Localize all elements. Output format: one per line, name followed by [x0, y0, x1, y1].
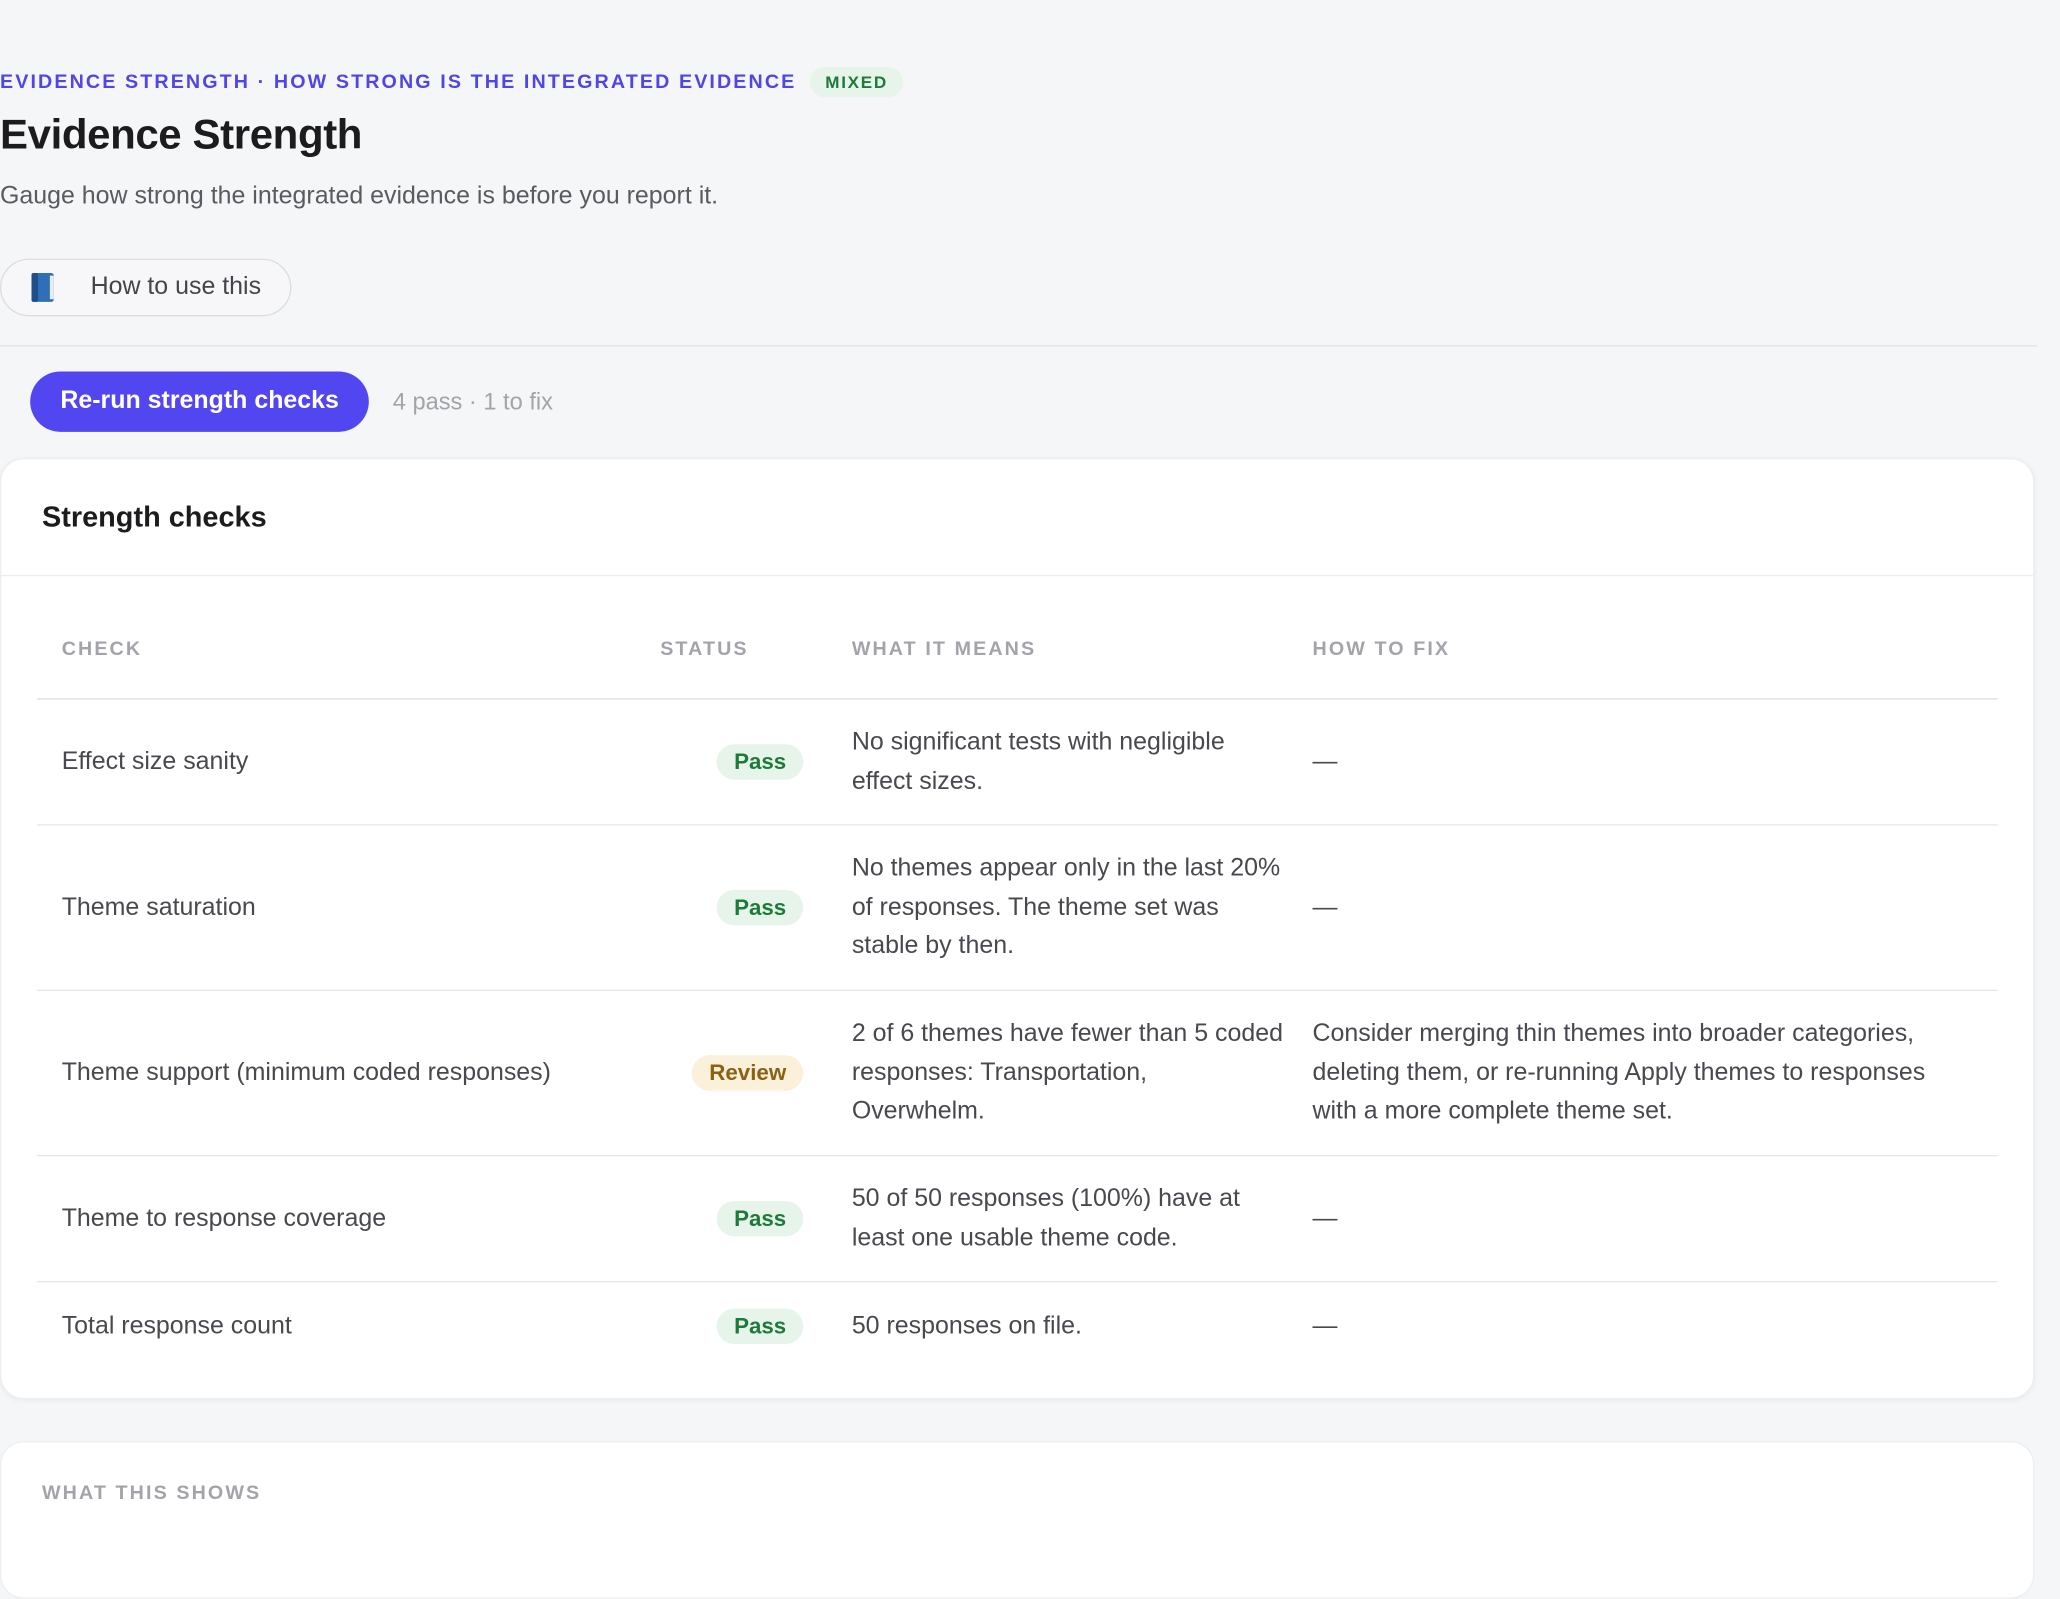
- check-name: Theme saturation: [36, 824, 659, 991]
- check-name: Theme support (minimum coded responses): [36, 990, 659, 1157]
- table-row: Theme saturation Pass No themes appear o…: [36, 824, 1998, 991]
- status-badge: Pass: [717, 743, 804, 780]
- status-badge: Review: [692, 1054, 804, 1091]
- eyebrow: EVIDENCE STRENGTH · HOW STRONG IS THE IN…: [0, 70, 797, 93]
- status-cell: Pass: [659, 1282, 851, 1372]
- section-label: WHAT THIS SHOWS: [42, 1481, 262, 1505]
- status-badge: Pass: [717, 1200, 804, 1237]
- status-badge: MIXED: [809, 66, 904, 97]
- status-cell: Pass: [658, 698, 851, 826]
- how-to-use-button[interactable]: How to use this: [0, 258, 292, 317]
- check-fix: —: [1311, 824, 1998, 991]
- status-badge: Pass: [717, 1308, 804, 1345]
- check-fix: —: [1311, 698, 1998, 826]
- table-row: Theme support (minimum coded responses) …: [36, 990, 1998, 1157]
- checks-summary: 4 pass · 1 to fix: [392, 387, 553, 415]
- table-row: Total response count Pass 50 responses o…: [37, 1282, 1998, 1372]
- table-header-row: CHECK STATUS WHAT IT MEANS HOW TO FIX: [36, 576, 1998, 700]
- check-name: Total response count: [61, 1312, 292, 1341]
- check-means: No significant tests with negligible eff…: [850, 698, 1312, 826]
- table-row: Effect size sanity Pass No significant t…: [36, 698, 1998, 826]
- check-means: No themes appear only in the last 20% of…: [850, 824, 1312, 991]
- status-cell: Pass: [658, 824, 851, 991]
- check-means: 2 of 6 themes have fewer than 5 coded re…: [850, 990, 1312, 1157]
- table-row: Theme to response coverage Pass 50 of 50…: [36, 1155, 1998, 1283]
- what-this-shows-card: WHAT THIS SHOWS: [0, 1441, 2035, 1599]
- check-fix: —: [1311, 1155, 1998, 1283]
- page-subtitle: Gauge how strong the integrated evidence…: [0, 182, 719, 210]
- eyebrow-row: EVIDENCE STRENGTH · HOW STRONG IS THE IN…: [0, 0, 2060, 97]
- checks-table: CHECK STATUS WHAT IT MEANS HOW TO FIX Ef…: [36, 576, 1998, 1372]
- how-to-use-label: How to use this: [90, 273, 262, 301]
- column-header-status: STATUS: [658, 576, 851, 700]
- book-icon: [30, 272, 56, 304]
- card-title: Strength checks: [1, 459, 2034, 577]
- column-header-fix: HOW TO FIX: [1311, 576, 1998, 700]
- check-fix: Consider merging thin themes into broade…: [1311, 990, 1998, 1157]
- check-fix: —: [1312, 1312, 1338, 1341]
- status-cell: Pass: [658, 1155, 851, 1283]
- page: EVIDENCE STRENGTH · HOW STRONG IS THE IN…: [0, 0, 2060, 1599]
- status-badge: Pass: [717, 889, 804, 925]
- column-header-check: CHECK: [36, 576, 659, 700]
- action-row: Re-run strength checks 4 pass · 1 to fix: [30, 371, 2060, 432]
- check-name: Effect size sanity: [36, 698, 659, 826]
- strength-checks-card: Strength checks CHECK STATUS WHAT IT MEA…: [0, 458, 2035, 1400]
- divider: [0, 345, 2037, 347]
- status-cell: Review: [658, 990, 851, 1157]
- page-title: Evidence Strength: [0, 110, 363, 158]
- check-means: 50 responses on file.: [851, 1312, 1082, 1341]
- column-header-means: WHAT IT MEANS: [850, 576, 1312, 700]
- rerun-checks-button[interactable]: Re-run strength checks: [30, 371, 370, 432]
- check-name: Theme to response coverage: [36, 1155, 659, 1283]
- table-wrap: CHECK STATUS WHAT IT MEANS HOW TO FIX Ef…: [1, 576, 2033, 1398]
- check-means: 50 of 50 responses (100%) have at least …: [850, 1155, 1312, 1283]
